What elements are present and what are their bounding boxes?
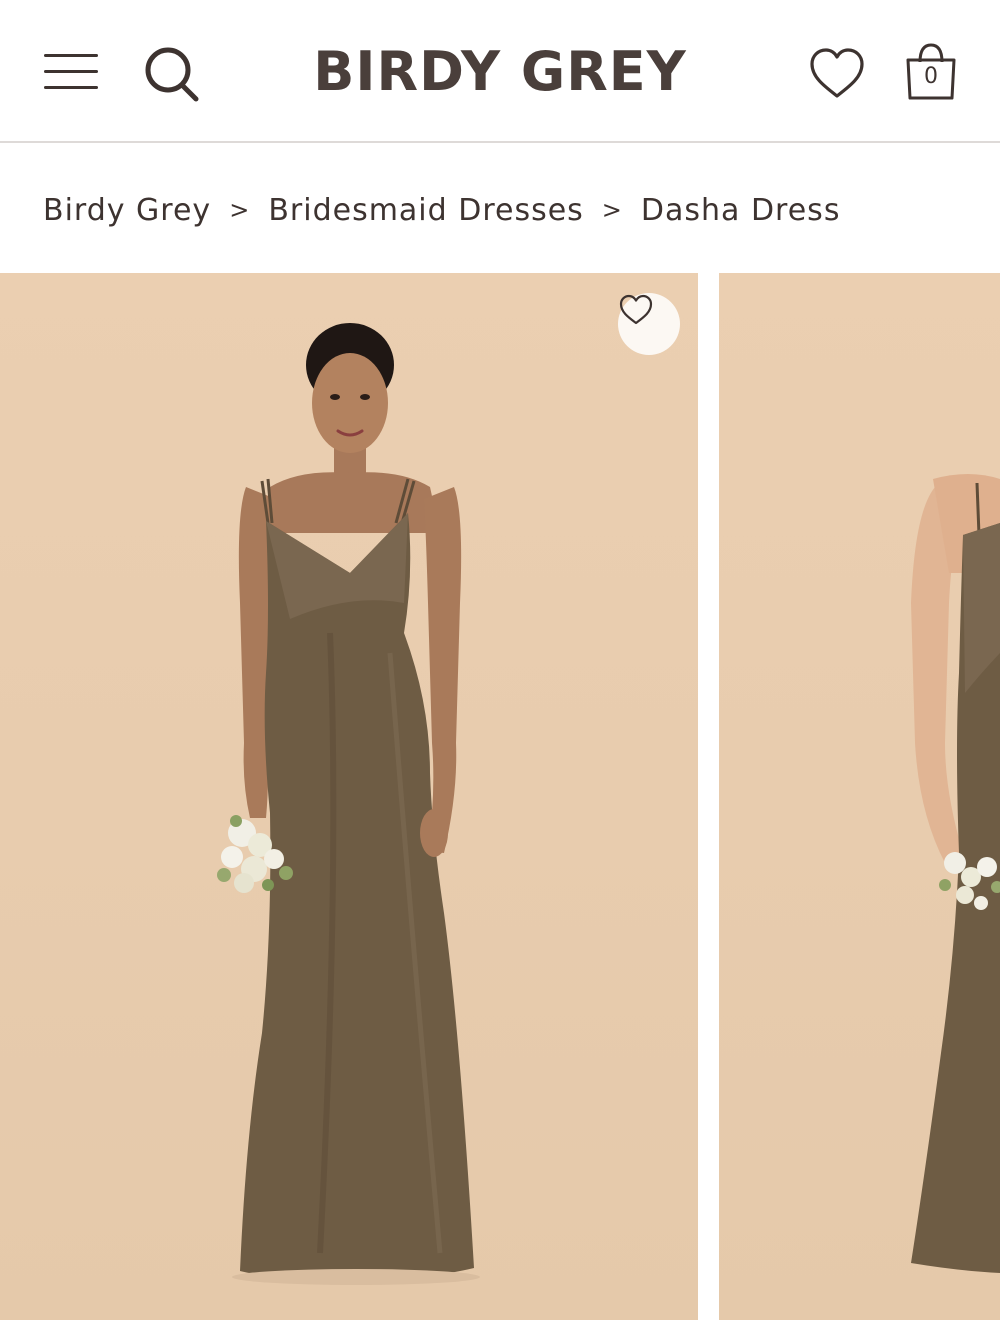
breadcrumb-item-current: Dasha Dress [640, 192, 841, 228]
breadcrumb-item-home[interactable]: Birdy Grey [43, 193, 211, 228]
cart-count-badge: 0 [924, 64, 938, 89]
product-image-gallery[interactable] [0, 273, 1000, 1320]
search-icon[interactable] [140, 42, 202, 104]
favorite-button[interactable] [618, 293, 680, 355]
product-photo-front[interactable] [0, 273, 698, 1320]
breadcrumb-separator: > [601, 196, 623, 224]
shopping-bag-icon[interactable]: 0 [900, 40, 962, 104]
hamburger-menu-icon[interactable] [44, 52, 98, 92]
product-photo-side[interactable] [719, 273, 1000, 1320]
heart-icon[interactable] [806, 44, 868, 104]
model-illustration [217, 323, 480, 1285]
breadcrumb: Birdy Grey > Bridesmaid Dresses > Dasha … [43, 188, 840, 232]
site-header: BIRDY GREY 0 [0, 0, 1000, 143]
heart-outline-icon [619, 294, 653, 325]
breadcrumb-item-category[interactable]: Bridesmaid Dresses [268, 193, 583, 228]
model-illustration-side [911, 474, 1000, 1273]
breadcrumb-separator: > [229, 196, 251, 224]
brand-logo[interactable]: BIRDY GREY [300, 40, 700, 104]
